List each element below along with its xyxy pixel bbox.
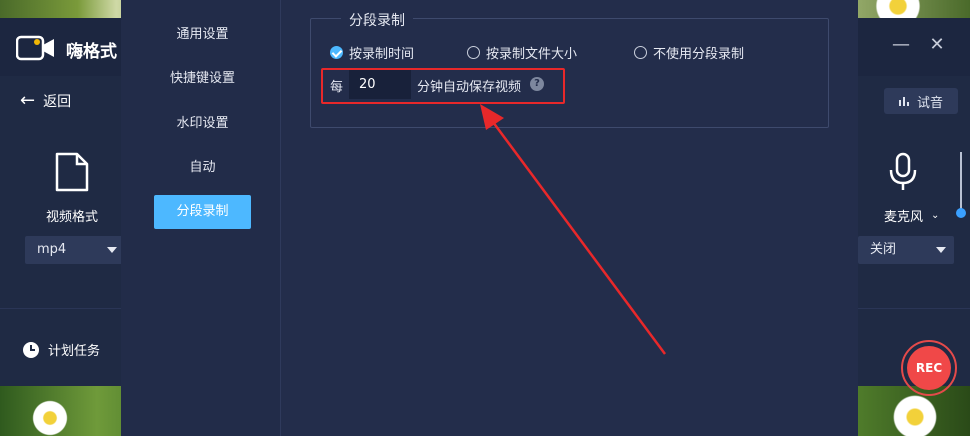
option-by-file-size[interactable]: 按录制文件大小 xyxy=(467,43,577,62)
volume-slider-track[interactable] xyxy=(960,152,962,212)
option-by-time-label: 按录制时间 xyxy=(349,47,415,62)
camera-logo-icon xyxy=(16,35,54,61)
schedule-task-button[interactable]: 计划任务 xyxy=(22,340,100,359)
back-label: 返回 xyxy=(43,93,72,110)
menu-item-segment-recording[interactable]: 分段录制 xyxy=(154,195,251,229)
radio-unchecked-icon xyxy=(467,46,480,59)
volume-slider-handle[interactable] xyxy=(956,208,966,218)
try-audio-button[interactable]: 试音 xyxy=(884,88,958,114)
microphone-label: 麦克风 xyxy=(884,210,924,225)
radio-checked-icon xyxy=(330,46,343,59)
microphone-icon xyxy=(889,152,917,190)
try-audio-label: 试音 xyxy=(916,95,943,111)
annotation-highlight-box xyxy=(321,68,565,104)
close-button[interactable]: ✕ xyxy=(926,34,948,56)
segment-recording-title: 分段录制 xyxy=(341,10,413,30)
schedule-task-label: 计划任务 xyxy=(48,344,101,359)
clock-icon xyxy=(23,341,39,358)
menu-item-general-settings[interactable]: 通用设置 xyxy=(154,18,251,52)
microphone-value: 关闭 xyxy=(870,242,897,257)
dropdown-caret-icon xyxy=(936,247,946,253)
audio-bars-icon xyxy=(898,97,909,106)
video-format-label: 视频格式 xyxy=(45,210,98,225)
chevron-down-icon: ⌄ xyxy=(931,210,940,221)
option-by-file-size-label: 按录制文件大小 xyxy=(486,47,578,62)
radio-unchecked-icon xyxy=(634,46,647,59)
option-no-segment-label: 不使用分段录制 xyxy=(653,47,745,62)
option-by-time[interactable]: 按录制时间 xyxy=(330,43,414,62)
option-no-segment[interactable]: 不使用分段录制 xyxy=(634,43,744,62)
minimize-button[interactable]: — xyxy=(890,34,912,56)
settings-dialog: 通用设置 快捷键设置 水印设置 自动 分段录制 分段录制 按录制时间 按录制文件… xyxy=(121,0,858,436)
menu-item-auto[interactable]: 自动 xyxy=(154,151,251,185)
app-title: 嗨格式 xyxy=(66,42,117,62)
video-format-select[interactable]: mp4 xyxy=(25,236,125,264)
back-button[interactable]: ← 返回 xyxy=(20,90,71,111)
video-format-value: mp4 xyxy=(37,242,67,257)
microphone-dropdown-toggle[interactable]: 麦克风 ⌄ xyxy=(876,206,956,225)
microphone-select[interactable]: 关闭 xyxy=(858,236,954,264)
settings-menu: 通用设置 快捷键设置 水印设置 自动 分段录制 xyxy=(121,0,281,436)
flower-decoration xyxy=(890,392,940,436)
menu-item-watermark-settings[interactable]: 水印设置 xyxy=(154,107,251,141)
flower-decoration xyxy=(30,398,70,436)
file-icon xyxy=(55,152,89,192)
video-format-block: 视频格式 xyxy=(22,152,122,225)
rec-button[interactable]: REC xyxy=(907,346,951,390)
dropdown-caret-icon xyxy=(107,247,117,253)
menu-item-hotkey-settings[interactable]: 快捷键设置 xyxy=(154,62,251,96)
back-arrow-icon: ← xyxy=(20,90,36,111)
microphone-block: 麦克风 ⌄ xyxy=(876,152,956,225)
